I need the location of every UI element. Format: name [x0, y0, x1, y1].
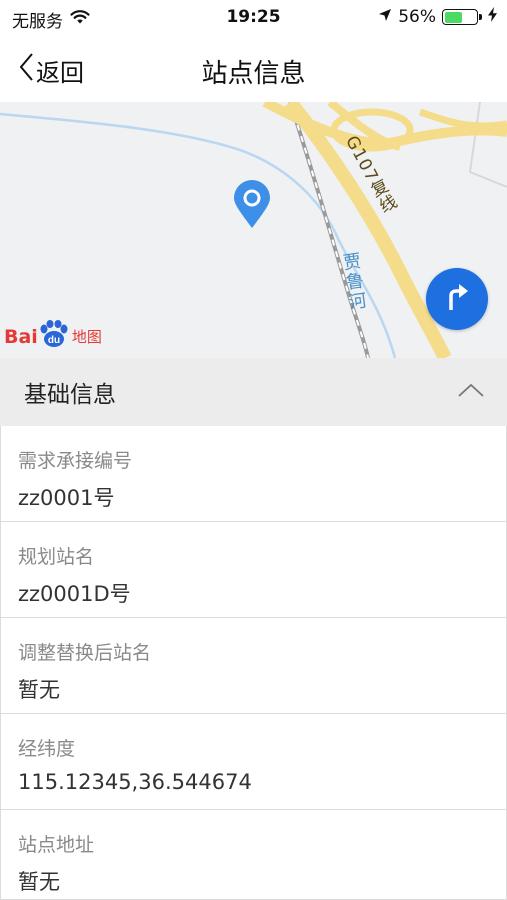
logo-bai: Bai [4, 325, 38, 348]
field-label: 经纬度 [18, 738, 76, 760]
map-view[interactable]: G107复线 贾鲁河 Bai du 地图 [0, 102, 507, 358]
field-value: zz0001号 [18, 486, 115, 510]
field-value: 暂无 [18, 870, 60, 894]
section-header-basic-info[interactable]: 基础信息 [0, 358, 507, 426]
field-value: 115.12345,36.544674 [18, 770, 252, 794]
field-label: 站点地址 [18, 834, 95, 856]
battery-percent: 56% [398, 7, 436, 27]
field-adjusted-site-name: 调整替换后站名 暂无 [0, 618, 507, 714]
chevron-up-icon[interactable] [457, 382, 485, 402]
section-title: 基础信息 [24, 382, 116, 408]
charging-icon [488, 7, 497, 27]
field-value: zz0001D号 [18, 582, 131, 606]
paw-icon: du [39, 320, 69, 353]
battery-icon [442, 9, 482, 25]
field-label: 需求承接编号 [18, 450, 133, 472]
field-site-address: 站点地址 暂无 [0, 810, 507, 900]
navigate-button[interactable] [426, 268, 488, 330]
status-bar: 无服务 19:25 56% [0, 0, 507, 36]
turn-right-icon [443, 282, 471, 316]
location-arrow-icon [378, 7, 392, 27]
field-label: 调整替换后站名 [18, 642, 152, 664]
field-demand-number: 需求承接编号 zz0001号 [0, 426, 507, 522]
page-title: 站点信息 [201, 59, 306, 89]
field-coordinates: 经纬度 115.12345,36.544674 [0, 714, 507, 810]
field-label: 规划站名 [18, 546, 95, 568]
baidu-map-logo: Bai du 地图 [4, 320, 102, 353]
logo-map-word: 地图 [71, 328, 102, 346]
logo-du: du [48, 335, 60, 346]
status-right: 56% [378, 7, 497, 27]
field-planned-site-name: 规划站名 zz0001D号 [0, 522, 507, 618]
nav-bar: 返回 站点信息 [0, 36, 507, 102]
map-pin-icon[interactable] [232, 180, 272, 234]
field-value: 暂无 [18, 678, 60, 702]
battery-level [444, 11, 462, 23]
